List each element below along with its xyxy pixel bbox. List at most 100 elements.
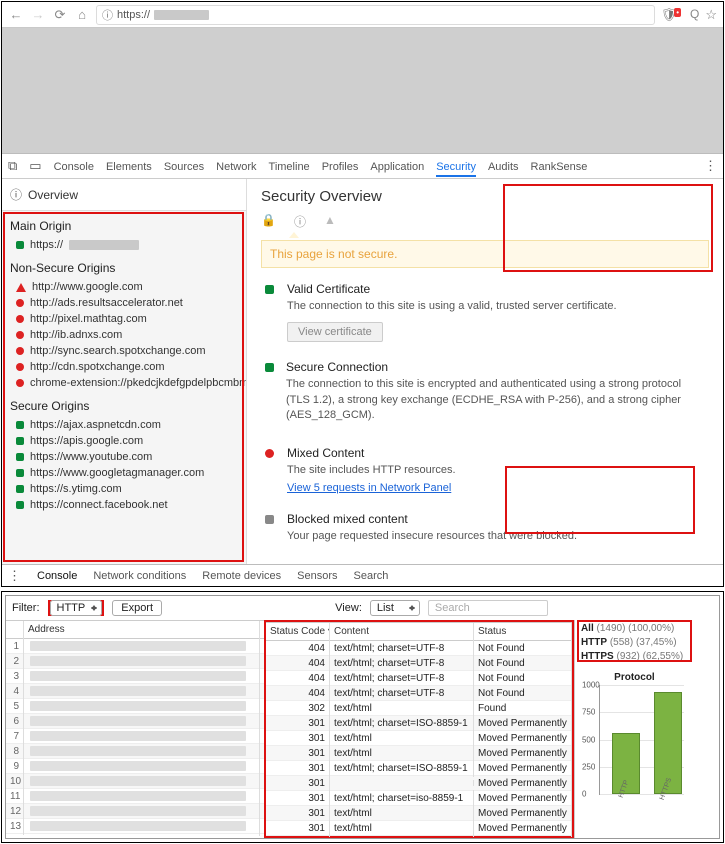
block-text: The connection to this site is using a v…	[287, 299, 617, 314]
origin-label: https://www.googletagmanager.com	[30, 467, 204, 479]
origin-label: https://s.ytimg.com	[30, 483, 122, 495]
drawer-tab-sensors[interactable]: Sensors	[297, 570, 337, 582]
status-icon	[265, 360, 274, 427]
tab-sources[interactable]: Sources	[164, 156, 204, 177]
search-icon[interactable]: Q	[690, 7, 699, 23]
origins-section: Secure Origins	[2, 391, 246, 417]
not-secure-banner: This page is not secure.	[261, 240, 709, 268]
star-icon[interactable]: ☆	[705, 7, 717, 23]
drawer-tab-search[interactable]: Search	[354, 570, 389, 582]
block-heading: Secure Connection	[286, 360, 705, 374]
annotation-box	[577, 620, 692, 662]
kebab-icon[interactable]: ⋮	[704, 158, 717, 174]
origins-panel: Main Originhttps://Non-Secure Origins htt…	[2, 211, 246, 564]
back-icon[interactable]: ←	[8, 7, 24, 22]
tab-timeline[interactable]: Timeline	[269, 156, 310, 177]
address-bar[interactable]: ⓘ https://	[96, 5, 655, 25]
origin-item[interactable]: http://sync.search.spotxchange.com	[2, 343, 246, 359]
origin-item[interactable]: https://www.youtube.com	[2, 449, 246, 465]
status-bullet	[16, 421, 24, 429]
overview-header[interactable]: ⓘ Overview	[2, 179, 246, 211]
page-viewport	[2, 28, 723, 153]
origin-label: http://pixel.mathtag.com	[30, 313, 147, 325]
kebab-icon[interactable]: ⋮	[8, 568, 21, 584]
filter-label: Filter:	[12, 602, 40, 614]
filter-toolbar: Filter: HTTP Export View: List Search	[6, 596, 719, 620]
status-bullet	[16, 331, 24, 339]
tab-security[interactable]: Security	[436, 156, 476, 177]
origin-item[interactable]: https://	[2, 237, 246, 253]
security-block: Blocked mixed content Your page requested…	[261, 498, 709, 552]
drawer-tab-network-conditions[interactable]: Network conditions	[93, 570, 186, 582]
security-block: Secure ConnectionThe connection to this …	[261, 346, 709, 431]
security-block: Valid CertificateThe connection to this …	[261, 268, 709, 346]
lock-icon: 🔒	[261, 213, 276, 230]
status-bullet	[16, 469, 24, 477]
origin-item[interactable]: http://ib.adnxs.com	[2, 327, 246, 343]
col-content[interactable]: Content	[330, 623, 474, 640]
forward-icon[interactable]: →	[30, 7, 46, 22]
tab-elements[interactable]: Elements	[106, 156, 152, 177]
col-status[interactable]: Status	[474, 623, 572, 640]
origin-item[interactable]: http://ads.resultsaccelerator.net	[2, 295, 246, 311]
tab-profiles[interactable]: Profiles	[322, 156, 359, 177]
origin-label: http://cdn.spotxchange.com	[30, 361, 165, 373]
reload-icon[interactable]: ⟳	[52, 7, 68, 23]
export-button[interactable]: Export	[112, 600, 162, 616]
network-panel-link[interactable]: View 5 requests in Network Panel	[287, 482, 451, 494]
status-bullet	[16, 437, 24, 445]
tab-audits[interactable]: Audits	[488, 156, 519, 177]
table-row[interactable]: 13	[6, 819, 264, 834]
origin-item[interactable]: http://cdn.spotxchange.com	[2, 359, 246, 375]
device-icon[interactable]: ▭	[29, 158, 41, 174]
origin-item[interactable]: https://ajax.aspnetcdn.com	[2, 417, 246, 433]
origin-item[interactable]: https://www.googletagmanager.com	[2, 465, 246, 481]
security-block: Mixed Content The site includes HTTP reso…	[261, 432, 709, 498]
origin-item[interactable]: https://apis.google.com	[2, 433, 246, 449]
view-certificate-button[interactable]: View certificate	[287, 322, 383, 342]
info-icon: ⓘ	[10, 186, 22, 203]
origin-item[interactable]: chrome-extension://pkedcjkdefgpdelpbcmbm…	[2, 375, 246, 391]
tab-console[interactable]: Console	[54, 156, 94, 177]
security-title: Security Overview	[261, 179, 709, 209]
origin-item[interactable]: https://connect.facebook.net	[2, 497, 246, 513]
tab-application[interactable]: Application	[370, 156, 424, 177]
table-row[interactable]: 301text/htmlMoved Permanently	[266, 821, 572, 836]
origin-item[interactable]: https://s.ytimg.com	[2, 481, 246, 497]
status-bullet	[16, 299, 24, 307]
home-icon[interactable]: ⌂	[74, 7, 90, 22]
block-heading: Mixed Content	[287, 446, 456, 460]
origin-label: https://connect.facebook.net	[30, 499, 168, 511]
info-icon: ⓘ	[102, 7, 113, 23]
origins-section: Main Origin	[2, 211, 246, 237]
origins-section: Non-Secure Origins	[2, 253, 246, 279]
origin-item[interactable]: http://www.google.com	[2, 279, 246, 295]
status-bullet	[16, 501, 24, 509]
tab-network[interactable]: Network	[216, 156, 256, 177]
filter-dropdown[interactable]: HTTP	[50, 600, 103, 616]
block-text: Your page requested insecure resources t…	[287, 529, 577, 544]
col-status-code[interactable]: Status Code ▾	[266, 623, 330, 640]
origin-item[interactable]: http://pixel.mathtag.com	[2, 311, 246, 327]
status-bullet	[16, 379, 24, 387]
block-heading: Blocked mixed content	[287, 512, 577, 526]
origin-label: http://ib.adnxs.com	[30, 329, 122, 341]
origin-label: http://ads.resultsaccelerator.net	[30, 297, 183, 309]
drawer-tab-remote-devices[interactable]: Remote devices	[202, 570, 281, 582]
block-text: The site includes HTTP resources.	[287, 463, 456, 478]
warning-icon: ▲	[324, 213, 336, 230]
status-icon	[265, 282, 275, 342]
view-dropdown[interactable]: List	[370, 600, 420, 616]
status-bullet	[16, 283, 26, 292]
drawer-tab-console[interactable]: Console	[37, 570, 77, 582]
inspect-icon[interactable]: ⧉	[8, 158, 17, 174]
origin-label: https://apis.google.com	[30, 435, 143, 447]
origin-label: http://www.google.com	[32, 281, 143, 293]
view-label: View:	[335, 602, 362, 614]
tab-ranksense[interactable]: RankSense	[531, 156, 588, 177]
shield-icon[interactable]: 🛡•	[661, 7, 684, 23]
address-redacted	[154, 10, 209, 20]
status-bullet	[16, 241, 24, 249]
info-icon: ⓘ	[294, 213, 306, 230]
search-input[interactable]: Search	[428, 600, 548, 616]
